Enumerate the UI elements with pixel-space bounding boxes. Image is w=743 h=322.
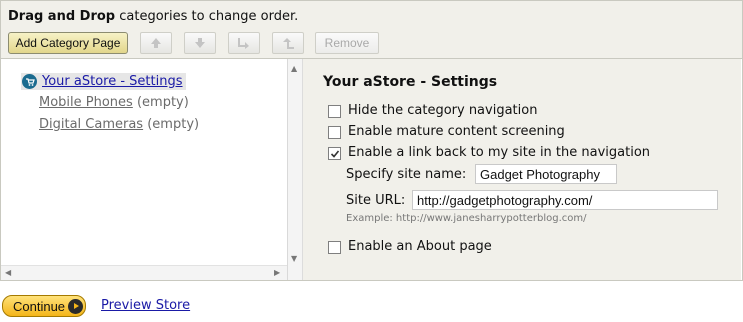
- about-page-label: Enable an About page: [348, 239, 492, 254]
- tree-item-settings[interactable]: Your aStore - Settings: [21, 73, 186, 90]
- category-tree: Your aStore - Settings Mobile Phones (em…: [1, 59, 288, 280]
- scroll-right-icon[interactable]: ▶: [274, 269, 280, 277]
- preview-store-link[interactable]: Preview Store: [101, 298, 190, 313]
- move-down-button[interactable]: [184, 32, 216, 54]
- add-category-page-button[interactable]: Add Category Page: [8, 32, 128, 54]
- hide-navigation-checkbox[interactable]: [328, 105, 341, 118]
- move-up-button[interactable]: [140, 32, 172, 54]
- settings-title: Your aStore - Settings: [323, 74, 498, 90]
- tree-item-mobile-phones[interactable]: Mobile Phones (empty): [39, 95, 189, 110]
- remove-button[interactable]: Remove: [315, 32, 379, 54]
- scroll-up-icon[interactable]: ▲: [291, 65, 297, 73]
- editor-panel: Your aStore - Settings Mobile Phones (em…: [0, 58, 743, 281]
- tree-item-label: Mobile Phones: [39, 95, 133, 110]
- scroll-left-icon[interactable]: ◀: [5, 269, 11, 277]
- site-url-label: Site URL:: [346, 193, 406, 208]
- site-url-input[interactable]: http://gadgetphotography.com/: [412, 190, 718, 210]
- site-name-input[interactable]: Gadget Photography: [475, 164, 617, 184]
- outdent-icon: [283, 38, 294, 49]
- hide-navigation-label: Hide the category navigation: [348, 103, 538, 118]
- indent-button[interactable]: [228, 32, 260, 54]
- tree-item-status: (empty): [136, 95, 189, 110]
- indent-icon: [238, 38, 249, 49]
- tree-item-label: Digital Cameras: [39, 117, 144, 132]
- about-page-checkbox[interactable]: [328, 241, 341, 254]
- checkmark-icon: [330, 149, 339, 158]
- tree-item-digital-cameras[interactable]: Digital Cameras (empty): [39, 117, 199, 132]
- horizontal-scrollbar[interactable]: ◀ ▶: [1, 265, 287, 280]
- cart-icon: [22, 74, 37, 89]
- arrow-right-icon: [68, 298, 83, 314]
- continue-button[interactable]: Continue: [2, 295, 86, 317]
- mature-content-label: Enable mature content screening: [348, 124, 565, 139]
- scroll-down-icon[interactable]: ▼: [291, 255, 297, 263]
- mature-content-checkbox[interactable]: [328, 126, 341, 139]
- move-down-icon: [195, 38, 205, 48]
- outdent-button[interactable]: [272, 32, 304, 54]
- link-back-label: Enable a link back to my site in the nav…: [348, 145, 651, 160]
- toolbar: Drag and Drop categories to change order…: [0, 0, 743, 59]
- continue-label: Continue: [13, 298, 66, 314]
- instruction-text: Drag and Drop categories to change order…: [8, 9, 299, 24]
- tree-item-label: Your aStore - Settings: [42, 74, 183, 89]
- site-name-label: Specify site name:: [346, 167, 467, 182]
- link-back-checkbox[interactable]: [328, 147, 341, 160]
- vertical-scrollbar[interactable]: ▲ ▼: [288, 59, 303, 280]
- url-example-hint: Example: http://www.janesharrypotterblog…: [346, 213, 587, 224]
- settings-pane: Your aStore - Settings Hide the category…: [303, 59, 741, 280]
- move-up-icon: [151, 38, 161, 48]
- tree-item-status: (empty): [147, 117, 200, 132]
